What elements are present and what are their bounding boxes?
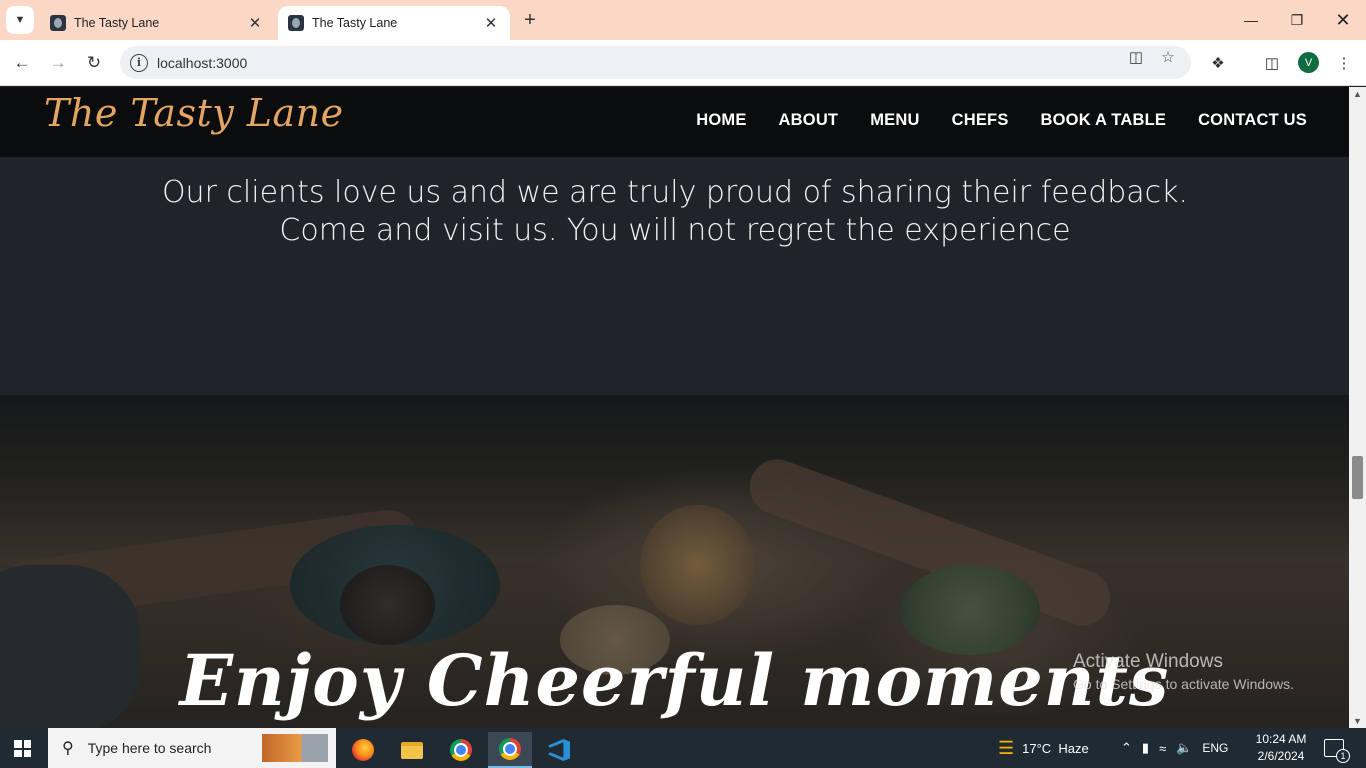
folder-icon — [401, 741, 423, 759]
close-tab-icon[interactable]: ✕ — [482, 14, 500, 32]
close-window-icon[interactable]: ✕ — [1320, 0, 1366, 40]
browser-tab-1[interactable]: The Tasty Lane ✕ — [40, 6, 274, 40]
scrollbar-thumb[interactable] — [1352, 456, 1363, 499]
clock-date: 2/6/2024 — [1257, 749, 1305, 763]
close-tab-icon[interactable]: ✕ — [246, 14, 264, 32]
search-highlight-icon — [262, 734, 328, 762]
minimize-icon[interactable]: — — [1228, 0, 1274, 40]
profile-avatar[interactable]: V — [1298, 52, 1319, 73]
notification-center-icon[interactable]: 1 — [1324, 739, 1350, 763]
nav-book-a-table[interactable]: BOOK A TABLE — [1041, 111, 1167, 130]
system-tray: ⌃ ▮ ≈ 🔈 ENG — [1121, 728, 1228, 768]
scroll-up-arrow-icon[interactable]: ▲ — [1353, 89, 1362, 99]
activate-windows-watermark: Activate Windows Go to Settings to activ… — [1073, 651, 1294, 692]
taskbar-file-explorer[interactable] — [390, 732, 434, 768]
address-bar[interactable]: i localhost:3000 — [120, 46, 1191, 79]
nav-home[interactable]: HOME — [696, 111, 746, 130]
taskbar-vscode[interactable] — [537, 732, 581, 768]
windows-taskbar: ⚲ Type here to search ☰ 17°C Haze ⌃ ▮ ≈ … — [0, 728, 1366, 768]
nav-chefs[interactable]: CHEFS — [952, 111, 1009, 130]
browser-toolbar: ← → ↻ i localhost:3000 ◫ ☆ ❖ ◫ V ⋮ — [0, 40, 1366, 86]
side-panel-icon[interactable]: ◫ — [1262, 53, 1282, 73]
taskbar-firefox[interactable] — [341, 732, 385, 768]
battery-icon[interactable]: ▮ — [1142, 740, 1149, 756]
browser-tab-2[interactable]: The Tasty Lane ✕ — [278, 6, 510, 40]
chevron-down-icon: ▼ — [14, 14, 26, 26]
site-favicon-icon — [50, 15, 66, 31]
taskbar-clock[interactable]: 10:24 AM 2/6/2024 — [1250, 731, 1312, 765]
reload-icon[interactable]: ↻ — [79, 48, 109, 78]
site-header: The Tasty Lane HOME ABOUT MENU CHEFS BOO… — [0, 87, 1349, 157]
site-favicon-icon — [288, 15, 304, 31]
taskbar-chrome-active[interactable] — [488, 732, 532, 768]
taskbar-chrome[interactable] — [439, 732, 483, 768]
tab-search-button[interactable]: ▼ — [6, 6, 34, 34]
notification-count: 1 — [1336, 749, 1350, 763]
restore-icon[interactable]: ❐ — [1274, 0, 1320, 40]
browser-titlebar: ▼ The Tasty Lane ✕ The Tasty Lane ✕ + — … — [0, 0, 1366, 40]
chrome-icon — [499, 738, 521, 760]
watermark-subtitle: Go to Settings to activate Windows. — [1073, 676, 1294, 692]
bookmark-star-icon[interactable]: ☆ — [1159, 48, 1177, 66]
weather-widget[interactable]: ☰ 17°C Haze — [998, 728, 1089, 768]
language-indicator[interactable]: ENG — [1202, 741, 1228, 755]
haze-weather-icon: ☰ — [998, 737, 1015, 758]
site-info-icon[interactable]: i — [130, 53, 148, 72]
testimonials-section: Our clients love us and we are truly pro… — [0, 157, 1349, 395]
search-placeholder: Type here to search — [87, 740, 212, 756]
tab-title: The Tasty Lane — [74, 16, 160, 30]
chevron-up-icon[interactable]: ⌃ — [1121, 740, 1132, 756]
chrome-icon — [450, 739, 472, 761]
taskbar-search-box[interactable]: ⚲ Type here to search — [48, 728, 336, 768]
tab-title: The Tasty Lane — [312, 16, 398, 30]
main-nav: HOME ABOUT MENU CHEFS BOOK A TABLE CONTA… — [696, 111, 1307, 130]
vscode-icon — [548, 739, 570, 761]
weather-text: 17°C Haze — [1022, 740, 1089, 756]
wifi-icon[interactable]: ≈ — [1159, 741, 1166, 756]
new-tab-plus-icon[interactable]: + — [519, 9, 541, 31]
firefox-icon — [352, 739, 374, 761]
page-scrollbar[interactable]: ▲ ▼ — [1349, 87, 1366, 728]
scroll-down-arrow-icon[interactable]: ▼ — [1353, 716, 1362, 726]
feedback-text: Our clients love us and we are truly pro… — [161, 175, 1189, 248]
windows-start-icon[interactable] — [14, 740, 31, 757]
address-url[interactable]: localhost:3000 — [157, 55, 247, 71]
nav-contact-us[interactable]: CONTACT US — [1198, 111, 1307, 130]
forward-arrow-icon[interactable]: → — [43, 48, 73, 78]
web-page: The Tasty Lane HOME ABOUT MENU CHEFS BOO… — [0, 87, 1349, 728]
clock-time: 10:24 AM — [1255, 732, 1307, 746]
nav-menu[interactable]: MENU — [870, 111, 919, 130]
watermark-title: Activate Windows — [1073, 651, 1223, 672]
site-logo[interactable]: The Tasty Lane — [44, 91, 344, 135]
install-app-icon[interactable]: ◫ — [1127, 48, 1145, 66]
back-arrow-icon[interactable]: ← — [7, 48, 37, 78]
search-icon: ⚲ — [62, 740, 74, 757]
extensions-puzzle-icon[interactable]: ❖ — [1208, 53, 1228, 73]
speaker-icon[interactable]: 🔈 — [1176, 740, 1192, 756]
kebab-menu-icon[interactable]: ⋮ — [1334, 53, 1354, 73]
nav-about[interactable]: ABOUT — [779, 111, 839, 130]
